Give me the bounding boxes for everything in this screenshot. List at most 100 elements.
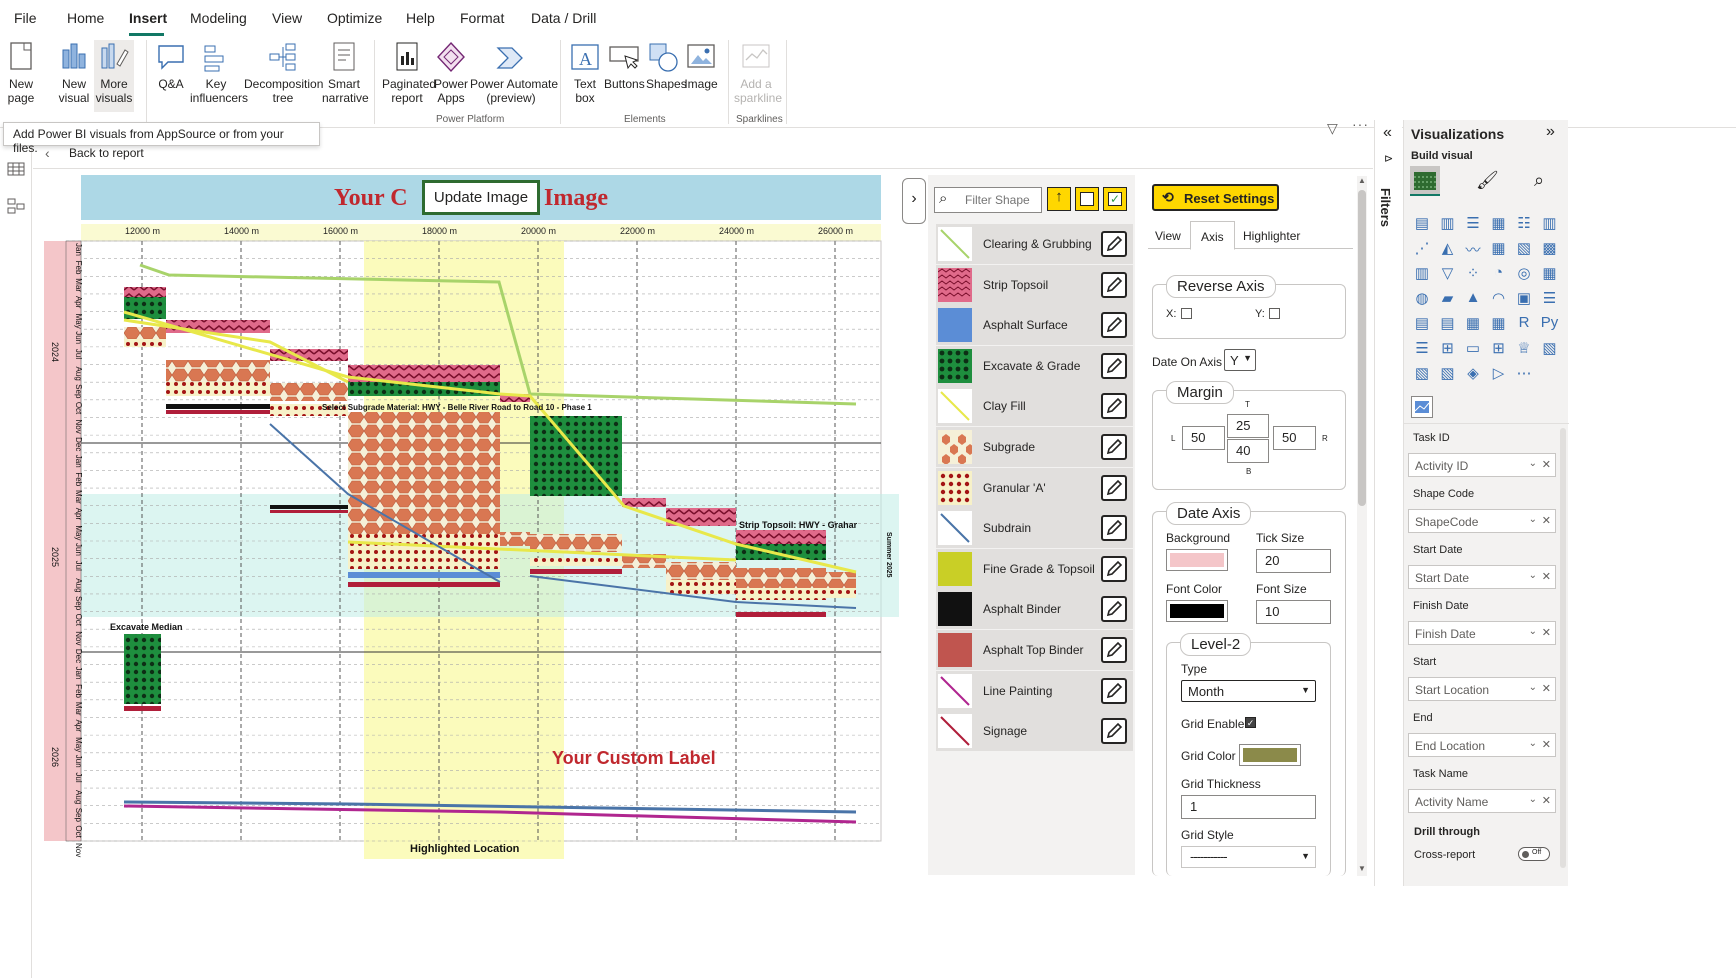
smart-narrative-button[interactable]: Smart narrative xyxy=(322,40,369,105)
reverse-x-checkbox[interactable] xyxy=(1181,308,1192,319)
reset-settings-button[interactable]: ⟲ Reset Settings xyxy=(1152,184,1279,211)
shape-row[interactable]: Clay Fill xyxy=(936,386,1133,427)
granular-shape[interactable] xyxy=(666,580,736,594)
signage-shape[interactable] xyxy=(736,612,826,617)
edit-shape-button[interactable] xyxy=(1101,637,1127,663)
update-image-button[interactable]: Update Image xyxy=(422,180,540,215)
subgrade-shape[interactable] xyxy=(736,568,826,588)
new-page-button[interactable]: New page xyxy=(4,40,38,105)
menu-insert[interactable]: Insert xyxy=(129,10,167,26)
granular-shape[interactable] xyxy=(826,588,856,598)
back-arrow-icon[interactable]: ‹ xyxy=(45,145,50,161)
edit-shape-button[interactable] xyxy=(1101,434,1127,460)
visual-type-icon[interactable]: ▥ xyxy=(1437,214,1459,236)
visual-type-icon[interactable]: ☰ xyxy=(1411,339,1433,361)
visual-type-icon[interactable]: ▰ xyxy=(1437,289,1459,311)
chevron-down-icon[interactable]: ⌄ xyxy=(1529,626,1537,637)
viz-pane-scrollbar[interactable] xyxy=(1560,428,1566,868)
excavate-grade-shape[interactable] xyxy=(124,297,166,319)
signage-shape[interactable] xyxy=(530,569,622,574)
shapes-button[interactable]: Shapes xyxy=(646,40,687,91)
signage-shape[interactable] xyxy=(270,510,348,513)
visual-type-icon[interactable]: ◭ xyxy=(1437,239,1459,261)
field-well[interactable]: Start Location ⌄ ✕ xyxy=(1408,677,1556,701)
date-on-axis-select[interactable]: Y ▼ xyxy=(1224,349,1256,371)
visual-type-icon[interactable]: ▧ xyxy=(1513,239,1535,261)
filter-shape-box[interactable]: ⌕ xyxy=(934,187,1042,213)
filter-visual-icon[interactable]: ▽ xyxy=(1327,120,1338,137)
build-visual-tab[interactable] xyxy=(1410,166,1440,196)
paginated-report-button[interactable]: Paginated report xyxy=(382,40,436,105)
shape-row[interactable]: Signage xyxy=(936,711,1133,752)
visual-type-icon[interactable]: ▤ xyxy=(1411,214,1433,236)
granular-shape[interactable] xyxy=(124,339,166,347)
shape-row[interactable]: Asphalt Surface xyxy=(936,305,1133,346)
shape-row[interactable]: Strip Topsoil xyxy=(936,264,1133,305)
edit-shape-button[interactable] xyxy=(1101,271,1127,298)
field-well[interactable]: Start Date ⌄ ✕ xyxy=(1408,565,1556,589)
subgrade-shape[interactable] xyxy=(270,383,348,401)
edit-shape-button[interactable] xyxy=(1101,312,1127,339)
model-view-icon[interactable] xyxy=(7,198,25,214)
edit-shape-button[interactable] xyxy=(1101,718,1127,745)
shape-row[interactable]: Subgrade xyxy=(936,427,1133,467)
visual-type-icon[interactable]: ◍ xyxy=(1411,289,1433,311)
granular-shape[interactable] xyxy=(348,534,500,569)
strip-topsoil-shape[interactable] xyxy=(736,530,826,544)
text-box-button[interactable]: A Text box xyxy=(568,40,602,105)
visual-type-icon[interactable]: ▦ xyxy=(1488,214,1510,236)
visual-type-icon[interactable]: ▤ xyxy=(1411,314,1433,336)
collapse-filters-icon[interactable]: « xyxy=(1383,124,1392,142)
more-visuals-button[interactable]: More visuals xyxy=(94,40,134,112)
visual-type-icon[interactable]: ▧ xyxy=(1437,364,1459,386)
select-all-button[interactable]: ✓ xyxy=(1103,187,1127,211)
signage-shape[interactable] xyxy=(166,410,270,414)
visual-type-icon[interactable]: ▦ xyxy=(1488,239,1510,261)
shape-row[interactable]: Excavate & Grade xyxy=(936,345,1133,386)
clear-selection-button[interactable] xyxy=(1075,187,1099,211)
remove-field-icon[interactable]: ✕ xyxy=(1542,794,1551,807)
menu-view[interactable]: View xyxy=(272,10,302,26)
visual-type-icon[interactable]: ☷ xyxy=(1513,214,1535,236)
tab-axis-active[interactable]: Axis xyxy=(1190,221,1235,250)
menu-modeling[interactable]: Modeling xyxy=(190,10,247,26)
visual-type-icon[interactable]: ▦ xyxy=(1462,314,1484,336)
visual-type-icon[interactable]: ▩ xyxy=(1539,239,1561,261)
visual-type-icon[interactable]: ▭ xyxy=(1462,339,1484,361)
field-well[interactable]: End Location ⌄ ✕ xyxy=(1408,733,1556,757)
menu-file[interactable]: File xyxy=(14,10,37,26)
remove-field-icon[interactable]: ✕ xyxy=(1542,626,1551,639)
visual-type-icon[interactable]: ▥ xyxy=(1411,264,1433,286)
type-select[interactable]: Month ▼ xyxy=(1181,680,1316,702)
margin-bottom-input[interactable]: 40 xyxy=(1227,439,1269,463)
visual-type-icon[interactable]: 〰 xyxy=(1462,239,1484,261)
margin-right-input[interactable]: 50 xyxy=(1273,426,1316,450)
subgrade-shape[interactable] xyxy=(826,572,856,588)
edit-shape-button[interactable] xyxy=(1101,474,1127,501)
visual-type-icon[interactable]: ☰ xyxy=(1539,289,1561,311)
visual-type-icon[interactable]: ▦ xyxy=(1488,314,1510,336)
grid-enable-checkbox[interactable]: ✓ xyxy=(1245,717,1256,728)
edit-shape-button[interactable] xyxy=(1101,677,1127,704)
settings-scrollbar[interactable]: ▲ ▼ xyxy=(1357,176,1367,876)
visual-type-icon[interactable]: ▧ xyxy=(1539,339,1561,361)
chevron-down-icon[interactable]: ⌄ xyxy=(1529,458,1537,469)
chevron-down-icon[interactable]: ⌄ xyxy=(1529,570,1537,581)
edit-shape-button[interactable] xyxy=(1101,515,1127,542)
subgrade-shape[interactable] xyxy=(348,412,500,534)
menu-help[interactable]: Help xyxy=(406,10,435,26)
buttons-button[interactable]: Buttons xyxy=(604,40,645,91)
visual-type-icon[interactable]: ◎ xyxy=(1513,264,1535,286)
scroll-up-icon[interactable]: ▲ xyxy=(1358,176,1366,185)
shape-row[interactable]: Line Painting xyxy=(936,670,1133,711)
visual-type-icon[interactable]: ♕ xyxy=(1513,339,1535,361)
edit-shape-button[interactable] xyxy=(1101,231,1127,257)
excavate-median-shape[interactable] xyxy=(124,634,161,704)
field-well[interactable]: Activity Name ⌄ ✕ xyxy=(1408,789,1556,813)
subgrade-shape[interactable] xyxy=(666,562,736,580)
visual-type-icon[interactable]: ◔ xyxy=(1488,264,1510,286)
subgrade-shape[interactable] xyxy=(500,532,530,546)
menu-format[interactable]: Format xyxy=(460,10,504,26)
visual-type-icon[interactable]: ▥ xyxy=(1539,214,1561,236)
image-button[interactable]: Image xyxy=(684,40,718,91)
